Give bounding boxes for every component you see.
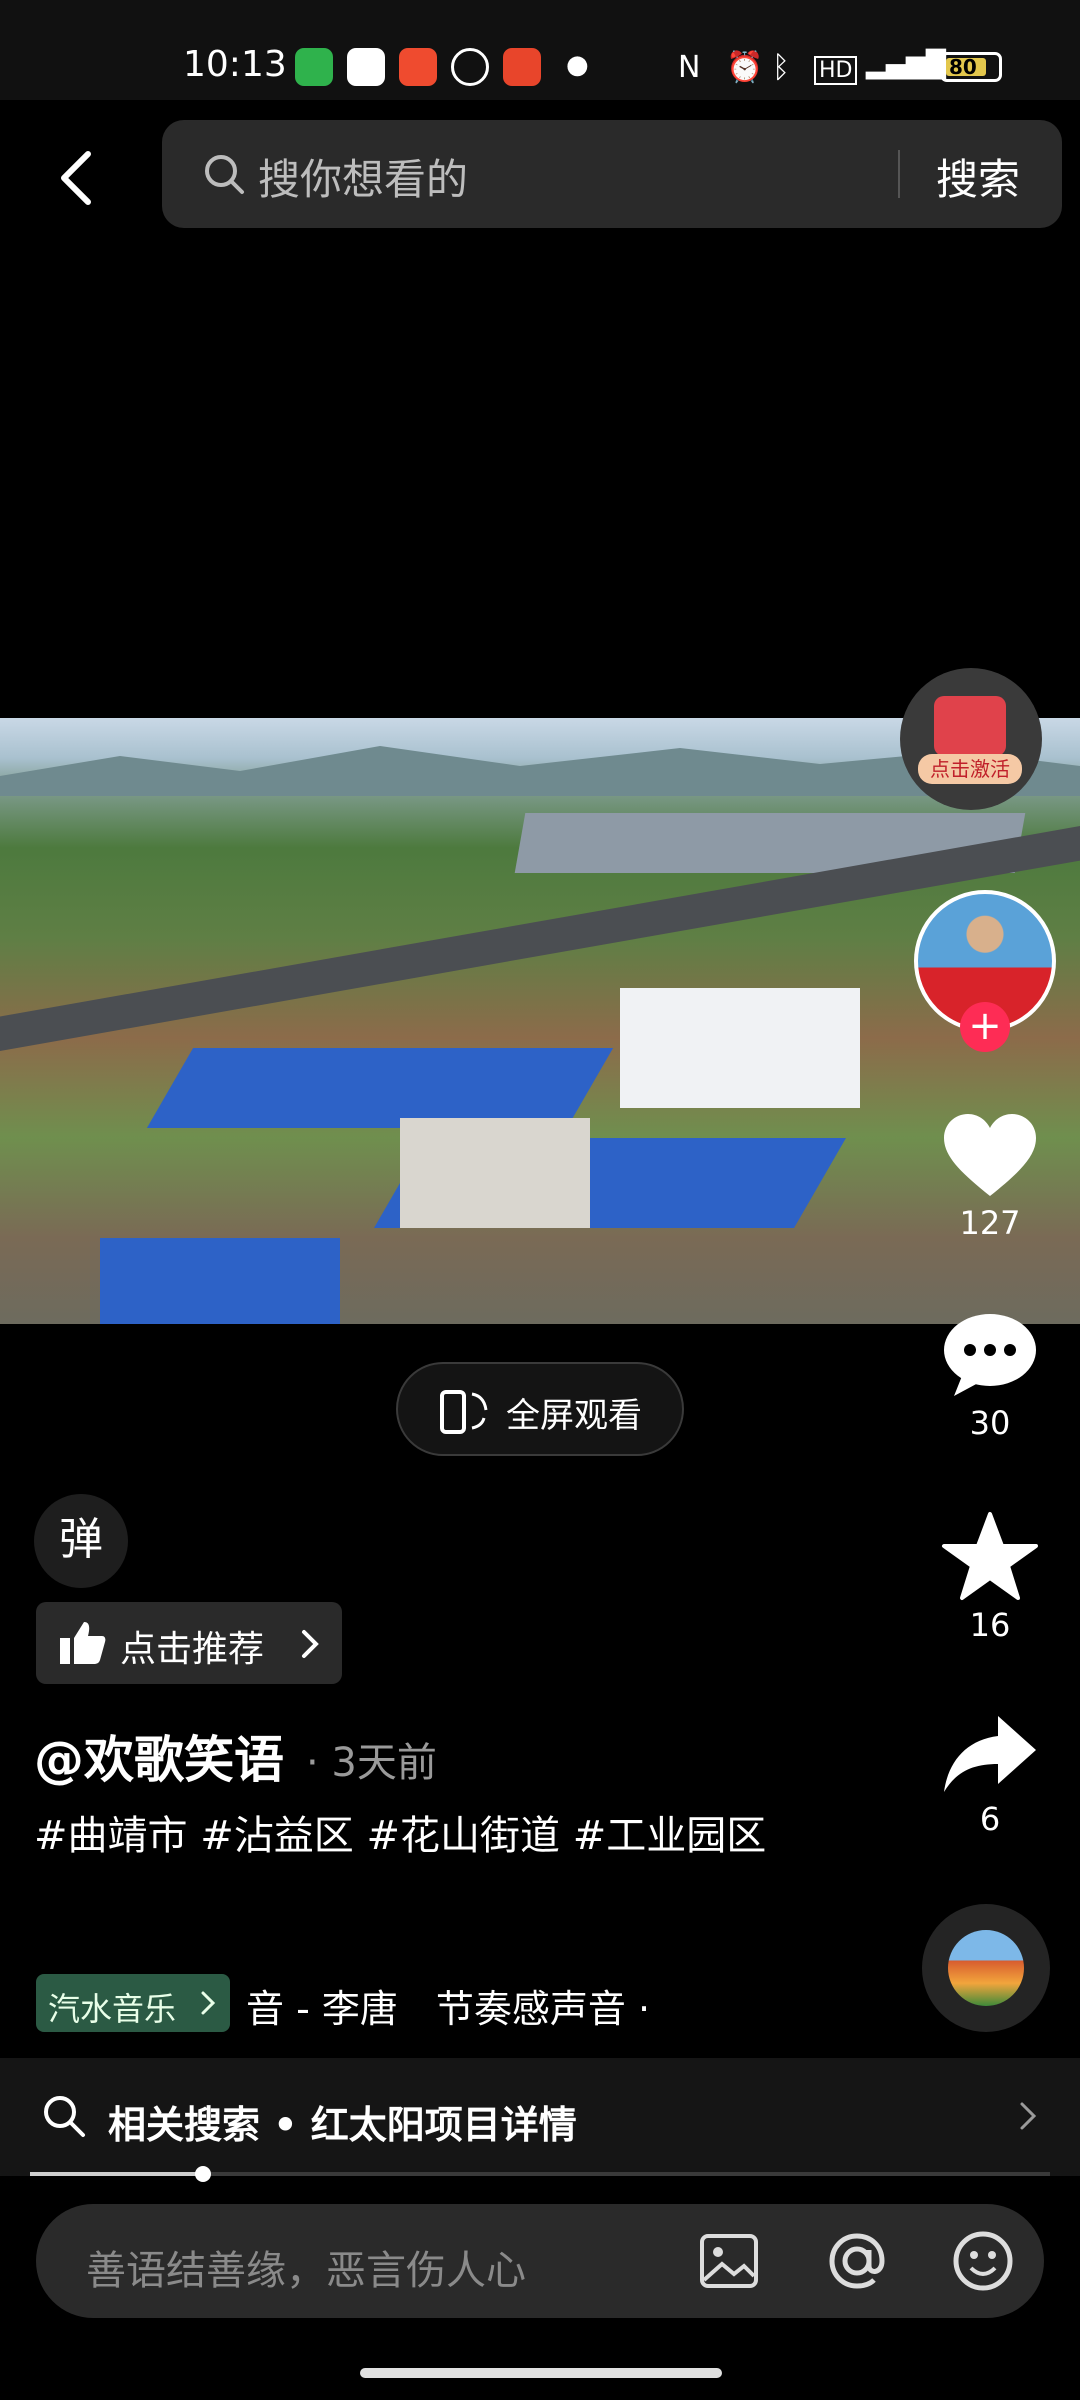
video-app-icon <box>399 48 437 86</box>
fullscreen-button[interactable]: 全屏观看 <box>396 1362 684 1456</box>
image-icon[interactable] <box>696 2228 762 2294</box>
music-app-label: 汽水音乐 <box>48 1990 177 2028</box>
alarm-icon: ⏰ <box>726 50 764 85</box>
wechat-app-icon <box>451 48 489 86</box>
favorite-count: 16 <box>969 1606 1011 1644</box>
like-button[interactable]: 127 <box>930 1110 1050 1242</box>
status-time: 10:13 <box>183 44 287 85</box>
recommend-label: 点击推荐 <box>120 1629 265 1670</box>
mention-icon[interactable] <box>824 2228 890 2294</box>
music-title[interactable]: 音 - 李唐 节奏感声音 · <box>246 1978 650 2033</box>
back-icon[interactable] <box>56 148 96 208</box>
activate-button[interactable]: 点击激活 <box>900 668 1042 810</box>
share-count: 6 <box>979 1800 1001 1838</box>
related-search-bar[interactable]: 相关搜索 • 红太阳项目详情 <box>0 2058 1080 2176</box>
search-icon <box>44 2096 85 2137</box>
author-name[interactable]: @欢歌笑语 <box>34 1720 284 1792</box>
activate-label: 点击激活 <box>918 754 1022 784</box>
search-input[interactable]: 搜你想看的 <box>258 146 468 207</box>
signal-icon: ▂▄▆█ <box>866 50 946 80</box>
thumbs-up-icon <box>60 1622 106 1664</box>
bluetooth-icon: ᛒ <box>772 50 790 85</box>
related-search-label: 相关搜索 • 红太阳项目详情 <box>108 2103 577 2147</box>
favorite-button[interactable]: 16 <box>930 1510 1050 1644</box>
video-progress-bar[interactable] <box>30 2166 1050 2182</box>
home-indicator[interactable] <box>360 2368 722 2378</box>
emoji-icon[interactable] <box>950 2228 1016 2294</box>
fullscreen-label: 全屏观看 <box>506 1396 642 1436</box>
chevron-right-icon <box>201 1991 216 2015</box>
comment-button[interactable]: 30 <box>930 1310 1050 1442</box>
rotate-screen-icon <box>440 1390 488 1434</box>
baidu-app-icon <box>347 48 385 86</box>
progress-handle[interactable] <box>195 2166 212 2182</box>
music-cover <box>948 1930 1024 2006</box>
red-packet-icon <box>934 696 1006 756</box>
battery-icon: 80 <box>940 52 1002 82</box>
nfc-icon: N <box>678 50 701 85</box>
messages-app-icon <box>295 48 333 86</box>
comment-input[interactable]: 善语结善缘，恶言伤人心 <box>86 2238 526 2296</box>
battery-level: 80 <box>949 55 977 79</box>
comment-count: 30 <box>969 1404 1011 1442</box>
game-app-icon <box>503 48 541 86</box>
search-bar[interactable]: 搜你想看的 搜索 <box>162 120 1062 228</box>
share-button[interactable]: 6 <box>930 1710 1050 1838</box>
search-divider <box>898 150 900 198</box>
follow-button[interactable]: + <box>960 1002 1010 1052</box>
music-disc[interactable] <box>922 1904 1050 2032</box>
like-count: 127 <box>959 1204 1021 1242</box>
danmaku-toggle[interactable]: 弹 <box>34 1494 128 1588</box>
blue-roof-building-3 <box>100 1238 340 1324</box>
search-icon <box>205 155 244 194</box>
status-bar: 10:13 ● N ⏰ ᛒ HD ▂▄▆█ 80 <box>0 0 1080 100</box>
star-icon <box>942 1512 1038 1600</box>
chevron-right-icon <box>302 1630 319 1658</box>
blue-roof-building-1 <box>146 1048 614 1128</box>
heart-icon <box>944 1114 1036 1196</box>
post-time: · 3天前 <box>306 1740 437 1786</box>
search-button[interactable]: 搜索 <box>936 146 1020 207</box>
video-player[interactable] <box>0 718 1080 1324</box>
post-description[interactable]: #曲靖市 #沾益区 #花山街道 #工业园区 <box>34 1802 794 1870</box>
comment-input-bar[interactable]: 善语结善缘，恶言伤人心 <box>36 2204 1044 2318</box>
hd-icon: HD <box>814 56 858 85</box>
chevron-right-icon <box>1020 2102 1037 2130</box>
office-building <box>620 988 860 1108</box>
recommend-button[interactable]: 点击推荐 <box>36 1602 342 1684</box>
progress-fill <box>30 2172 204 2176</box>
notification-dot-icon: ● <box>566 50 589 80</box>
share-icon <box>944 1716 1036 1792</box>
comment-icon <box>944 1314 1036 1396</box>
courtyard <box>400 1118 590 1228</box>
music-app-tag[interactable]: 汽水音乐 <box>36 1974 230 2032</box>
